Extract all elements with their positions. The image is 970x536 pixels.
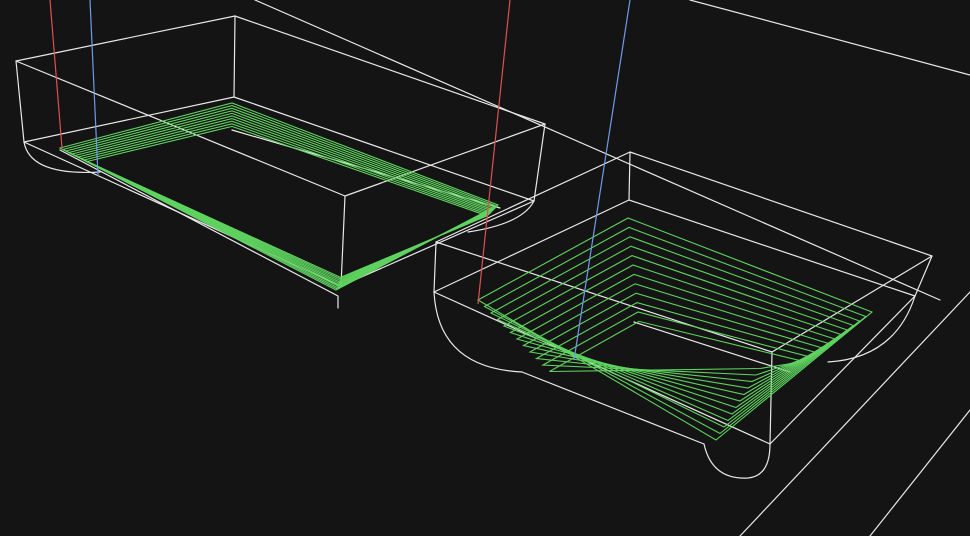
hull-profile bbox=[59, 149, 339, 309]
x-axis-line bbox=[49, 0, 63, 149]
bounding-box-left bbox=[15, 15, 546, 309]
toolpath-contour bbox=[496, 245, 855, 422]
bbox-edge bbox=[533, 123, 546, 202]
ground-edge bbox=[689, 0, 970, 76]
3d-viewport[interactable] bbox=[0, 0, 970, 536]
bbox-edge bbox=[433, 241, 437, 293]
toolpath-contour bbox=[489, 236, 861, 428]
bbox-edge bbox=[233, 15, 236, 98]
hull-profile bbox=[827, 295, 916, 363]
bbox-mid-edge bbox=[433, 199, 916, 297]
y-axis-line bbox=[573, 0, 631, 361]
hull-profile bbox=[703, 443, 771, 479]
ground-edge bbox=[869, 409, 970, 536]
ground-edge bbox=[739, 291, 970, 536]
hull-profile bbox=[633, 321, 791, 373]
toolpath-left bbox=[58, 102, 500, 291]
bbox-edge bbox=[340, 195, 346, 287]
part-right[interactable] bbox=[433, 0, 933, 479]
toolpath-right bbox=[476, 217, 874, 441]
bbox-edge bbox=[914, 255, 933, 297]
hull-profile bbox=[521, 371, 705, 445]
part-left[interactable] bbox=[15, 0, 546, 309]
bbox-edge bbox=[628, 151, 631, 201]
toolpath-contour bbox=[509, 264, 843, 409]
toolpath-contour bbox=[476, 217, 874, 441]
viewport-canvas[interactable] bbox=[0, 0, 970, 536]
bbox-edge bbox=[15, 60, 25, 143]
bbox-mid-edge bbox=[340, 200, 535, 287]
